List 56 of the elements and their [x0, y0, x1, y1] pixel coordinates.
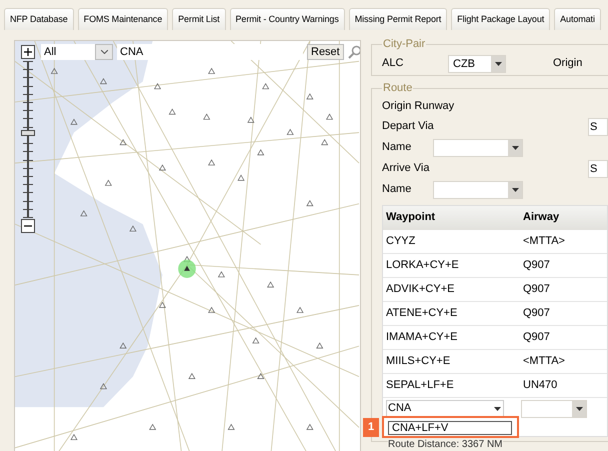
tab[interactable]: Missing Permit Report: [348, 8, 448, 30]
chevron-down-icon: [100, 50, 108, 54]
dropdown-field[interactable]: [433, 138, 523, 156]
table-cell-text: IMAMA+CY+E: [385, 330, 459, 345]
caret-icon: [512, 188, 518, 192]
tab[interactable]: Flight Package Layout: [451, 8, 550, 30]
tab[interactable]: Permit List: [172, 8, 226, 30]
table-cell-text: <MTTA>: [522, 354, 565, 369]
group-legend: City-Pair: [382, 36, 426, 52]
group-legend: Route: [382, 80, 414, 96]
column-header: Waypoint: [385, 210, 436, 226]
tab[interactable]: Permit - Country Warnings: [230, 8, 345, 30]
annotation-marker: 1: [363, 418, 379, 437]
zoom-out-button[interactable]: [21, 219, 35, 233]
caret-icon: [576, 406, 582, 410]
dropdown-field[interactable]: CZB: [448, 54, 506, 72]
table-cell-text: ADVIK+CY+E: [385, 282, 456, 297]
table-cell-text: Q907: [522, 258, 550, 273]
table-cell-text: ATENE+CY+E: [385, 306, 458, 321]
field-label: Name: [382, 140, 412, 156]
filter-dropdown[interactable]: All: [41, 44, 113, 60]
field-label: Origin Runway: [382, 98, 456, 114]
table-cell-text: UN470: [522, 378, 558, 393]
tab[interactable]: NFP Database: [4, 8, 74, 30]
table-cell-text: SEPAL+LF+E: [385, 378, 455, 393]
table-cell-text: Q907: [522, 330, 550, 345]
caret-icon: [494, 406, 501, 410]
table-cell-text: CYYZ: [385, 234, 416, 249]
autocomplete-suggestion[interactable]: CNA+LF+V: [388, 421, 512, 435]
arrive-via-field[interactable]: S: [588, 160, 608, 178]
search-field[interactable]: CNA: [117, 44, 303, 60]
field-label: Depart Via: [382, 119, 435, 134]
zoom-slider[interactable]: [21, 61, 35, 217]
dropdown-field[interactable]: [521, 400, 587, 418]
column-header: Airway: [522, 210, 560, 226]
zoom-in-button[interactable]: [21, 45, 35, 59]
tab[interactable]: FOMS Maintenance: [78, 8, 168, 30]
tab[interactable]: Automati: [554, 8, 601, 30]
table-cell-text: Q907: [522, 306, 550, 321]
table-cell-text: MIILS+CY+E: [385, 354, 452, 369]
field-label: Arrive Via: [382, 161, 430, 176]
table-cell-text: <MTTA>: [522, 234, 565, 249]
plus-icon: [24, 48, 32, 56]
field-label: Name: [382, 182, 412, 198]
minus-icon: [24, 225, 32, 227]
field-label: ALC: [382, 56, 404, 72]
reset-button[interactable]: Reset: [307, 44, 344, 60]
table-cell-text: LORKA+CY+E: [385, 258, 460, 273]
caret-icon: [494, 62, 502, 66]
dropdown-field[interactable]: [433, 180, 523, 198]
caret-icon: [512, 146, 518, 150]
search-icon[interactable]: [348, 45, 360, 59]
field-label: Origin: [553, 56, 582, 72]
depart-via-field[interactable]: S: [588, 118, 608, 136]
waypoint-input-field[interactable]: CNA: [386, 400, 504, 417]
table-cell-text: Q907: [522, 282, 550, 297]
